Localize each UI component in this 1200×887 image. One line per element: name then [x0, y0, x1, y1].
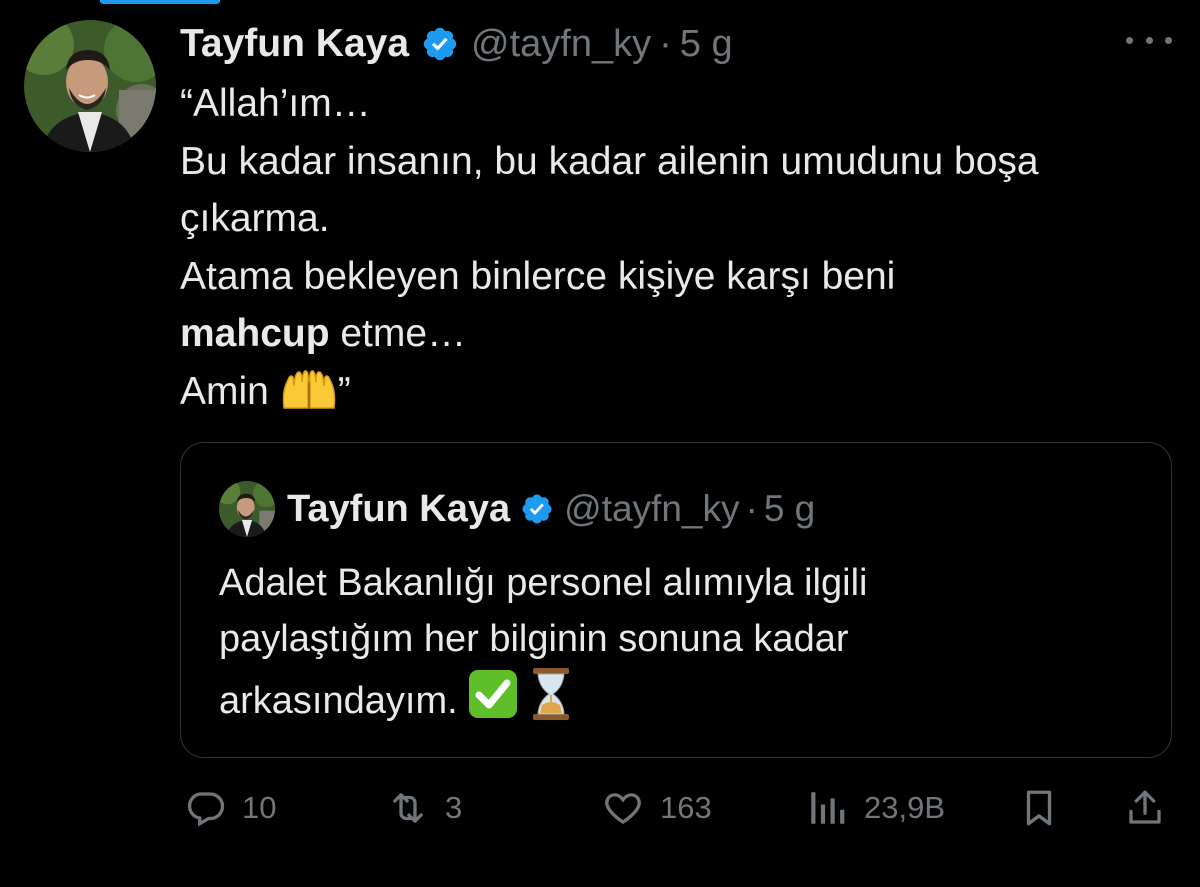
quoted-timestamp[interactable]: 5 g: [764, 488, 815, 530]
reply-icon: [187, 792, 225, 827]
verified-badge-icon[interactable]: [421, 25, 459, 63]
tweet-line: çıkarma.: [180, 197, 330, 240]
more-options-icon[interactable]: [1126, 28, 1172, 52]
quoted-tweet-card[interactable]: Tayfun Kaya @tayfn_ky · 5 g Adalet Bakan…: [180, 442, 1172, 758]
heart-icon: [605, 793, 641, 824]
verified-badge-icon[interactable]: [520, 492, 554, 526]
tweet-line: mahcup etme…: [180, 305, 1180, 363]
tweet-header: Tayfun Kaya @tayfn_ky · 5 g: [180, 18, 733, 70]
author-handle[interactable]: @tayfn_ky: [471, 23, 651, 66]
hourglass-emoji: [529, 667, 573, 721]
bold-word: mahcup: [180, 312, 330, 355]
like-button[interactable]: 163: [602, 780, 712, 836]
tweet-line: Atama bekleyen binlerce kişiye karşı ben…: [180, 254, 896, 298]
reply-button[interactable]: 10: [184, 780, 276, 836]
avatar-photo: [24, 20, 156, 152]
reply-count: 10: [242, 790, 277, 825]
retweet-button[interactable]: 3: [387, 780, 462, 836]
quoted-line: arkasındayım.: [219, 667, 1149, 729]
tweet-line: “Allah’ım…: [180, 82, 371, 125]
quoted-author-handle[interactable]: @tayfn_ky: [564, 488, 739, 530]
share-button[interactable]: [1124, 780, 1166, 836]
views-icon: [811, 792, 845, 824]
check-mark-button-emoji: [468, 669, 518, 719]
bookmark-icon: [1026, 790, 1052, 826]
tweet-line: Amin ”: [180, 363, 1180, 421]
avatar[interactable]: [24, 20, 156, 152]
tweet-line-rest: etme…: [329, 312, 467, 355]
separator-dot: ·: [659, 22, 672, 65]
quoted-author-name[interactable]: Tayfun Kaya: [287, 488, 510, 531]
tweet-line: Bu kadar insanın, bu kadar ailenin umudu…: [180, 139, 1039, 183]
quoted-tweet-text: Adalet Bakanlığı personel alımıyla ilgil…: [219, 555, 1149, 729]
action-bar: 10 3 163 23,9B: [0, 780, 1200, 836]
tweet-text: “Allah’ım… Bu kadar insanın, bu kadar ai…: [180, 75, 1180, 420]
views-count: 23,9B: [864, 790, 946, 825]
separator-dot: ·: [745, 488, 758, 529]
like-count: 163: [660, 790, 712, 825]
tweet-line-text: Amin: [180, 369, 280, 413]
bookmark-button[interactable]: [1018, 780, 1060, 836]
quoted-avatar-photo: [219, 481, 275, 537]
retweet-icon: [393, 793, 423, 823]
active-indicator-bar: [100, 0, 220, 4]
raising-hands-emoji: [280, 368, 338, 412]
quoted-line: paylaştığım her bilginin sonuna kadar: [219, 618, 849, 660]
quoted-header: Tayfun Kaya @tayfn_ky · 5 g: [287, 483, 815, 535]
quoted-line: Adalet Bakanlığı personel alımıyla ilgil…: [219, 562, 868, 604]
quoted-avatar[interactable]: [219, 481, 275, 537]
views-button[interactable]: 23,9B: [806, 780, 945, 836]
retweet-count: 3: [445, 790, 463, 825]
tweet-timestamp[interactable]: 5 g: [680, 23, 733, 66]
author-name[interactable]: Tayfun Kaya: [180, 22, 409, 66]
share-icon: [1129, 790, 1161, 824]
closing-quote: ”: [337, 369, 351, 413]
quoted-line-text: arkasındayım.: [219, 680, 469, 722]
